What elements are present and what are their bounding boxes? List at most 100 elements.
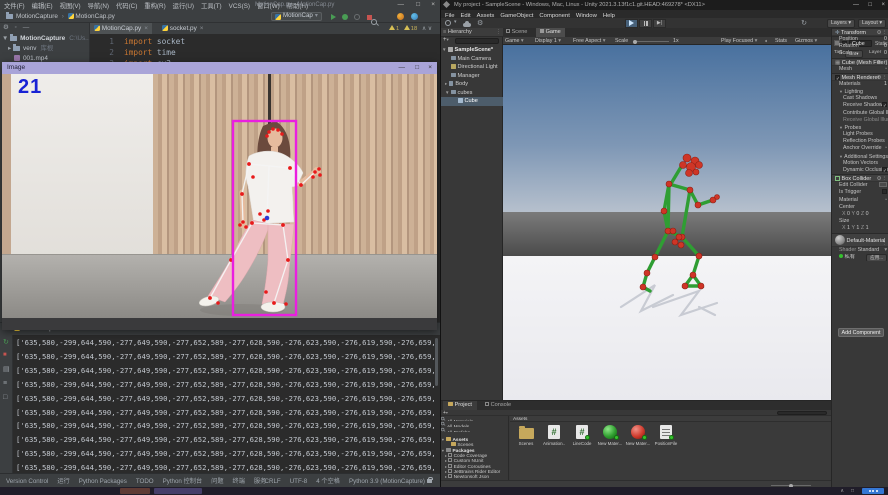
statusbar-encoding[interactable]: UTF-8 xyxy=(290,478,308,486)
edit-collider-row[interactable]: Edit Collider xyxy=(832,182,888,189)
statusbar-problems[interactable]: 问题 xyxy=(211,478,223,486)
probes-foldout[interactable]: ▼ Probes xyxy=(832,124,888,131)
gizmos-dropdown[interactable]: Gizmos ▾ xyxy=(795,38,817,45)
mesh-field-row[interactable]: Mesh◦ xyxy=(832,66,888,73)
asset-material-red[interactable]: New Mater... xyxy=(625,425,651,446)
hierarchy-item-main-camera[interactable]: Main Camera xyxy=(441,55,503,64)
tree-root[interactable]: ▼ MotionCaptureC:\Us.. xyxy=(0,34,89,44)
asset-animation-script[interactable]: #Animation.. xyxy=(541,425,567,446)
project-collapse-icon[interactable]: — xyxy=(23,24,30,31)
menu-code[interactable]: 代码(C) xyxy=(116,3,137,11)
statusbar-version-control[interactable]: Version Control xyxy=(6,478,48,486)
asset-bundle-row[interactable]: 私有应用... xyxy=(832,254,888,261)
reflection-probes-row[interactable]: Reflection Probes xyxy=(832,138,888,145)
console-list-icon[interactable]: ▤ xyxy=(3,366,10,373)
console-output[interactable]: ['635,580,-299,644,590,-277,649,590,-277… xyxy=(16,336,434,473)
run-button[interactable] xyxy=(331,14,336,23)
cast-shadows-row[interactable]: Cast Shadows xyxy=(832,95,888,102)
lighting-foldout[interactable]: ▼ Lighting xyxy=(832,88,888,95)
step-button[interactable]: ▶| xyxy=(653,19,666,28)
aspect-dropdown[interactable]: Free Aspect ▾ xyxy=(573,38,605,45)
collider-material-row[interactable]: Material◦ xyxy=(832,197,888,204)
account-icon[interactable] xyxy=(445,20,451,26)
menu-view[interactable]: 视图(V) xyxy=(60,3,81,11)
asset-material-green[interactable]: New Mater... xyxy=(597,425,623,446)
asset-linecode-script[interactable]: #LineCode xyxy=(569,425,595,446)
transform-component-header[interactable]: ✛ Transform⚙⋮ xyxy=(832,28,888,36)
tab-console[interactable]: Console xyxy=(485,402,511,409)
run-config-widget[interactable]: MotionCap▾ xyxy=(271,12,322,23)
add-component-button[interactable]: Add Component xyxy=(838,328,884,337)
additional-settings-foldout[interactable]: ▼ Additional Settings xyxy=(832,153,888,160)
hierarchy-item-cubes[interactable]: ▼ cubes xyxy=(441,89,503,98)
transform-rotation-row[interactable]: Rotation0 xyxy=(832,43,888,50)
settings-sync-icon[interactable] xyxy=(397,13,404,20)
apply-button[interactable]: 应用... xyxy=(866,254,887,261)
hierarchy-search-input[interactable] xyxy=(455,38,499,44)
layout-dropdown[interactable]: Layout ▾ xyxy=(858,19,886,28)
taskbar-app-thumbnail[interactable] xyxy=(120,488,150,494)
statusbar-interpreter[interactable]: Python 3.9 (MotionCapture) xyxy=(349,478,425,486)
transform-scale-row[interactable]: Scale0 xyxy=(832,50,888,57)
debug-button[interactable] xyxy=(342,14,348,20)
tree-item-venv[interactable]: ▸ venv库根 xyxy=(0,44,89,54)
pycharm-minimize-button[interactable]: — xyxy=(398,2,405,9)
receive-shadows-row[interactable]: Receive Shadows✓ xyxy=(832,102,888,109)
scale-slider[interactable] xyxy=(633,41,669,42)
hierarchy-create-button[interactable]: +▾ xyxy=(443,37,449,45)
asset-positionfile[interactable]: PositionFile xyxy=(653,425,679,446)
image-maximize-button[interactable]: □ xyxy=(415,65,419,72)
material-preview-header[interactable]: Default-Material⋮ xyxy=(832,233,888,247)
asset-zoom-slider[interactable] xyxy=(771,485,811,486)
hierarchy-scene-row[interactable]: ▼ SampleScene* xyxy=(441,46,503,55)
account-chevron-icon[interactable]: ▾ xyxy=(454,20,457,25)
menu-tools[interactable]: 工具(T) xyxy=(201,3,222,11)
meshrenderer-component-header[interactable]: ✓ Mesh Renderer⚙⋮ xyxy=(832,73,888,81)
lock-icon[interactable] xyxy=(427,479,432,483)
size-values-row[interactable]: X 1 Y 1 Z 1 xyxy=(832,225,888,232)
stats-button[interactable]: Stats xyxy=(775,38,787,45)
display-dropdown[interactable]: Display 1 ▾ xyxy=(535,38,561,45)
center-values-row[interactable]: X 0 Y 0 Z 0 xyxy=(832,211,888,218)
tab-socket[interactable]: socket.py× xyxy=(158,23,208,34)
unity-search-icon[interactable] xyxy=(371,19,378,26)
next-error-icon[interactable]: ∨ xyxy=(428,26,432,32)
stop-icon[interactable]: ■ xyxy=(3,352,7,360)
profile-avatar[interactable] xyxy=(411,13,418,20)
menu-refactor[interactable]: 重构(R) xyxy=(144,3,165,11)
tab-scene[interactable]: Scene xyxy=(506,29,527,36)
statusbar-python-console[interactable]: Python 控制台 xyxy=(163,478,203,486)
project-locate-icon[interactable]: ◦ xyxy=(15,24,17,31)
image-close-button[interactable]: × xyxy=(428,65,432,72)
dynamic-occlusion-row[interactable]: Dynamic Occlusion✓ xyxy=(832,167,888,174)
hierarchy-item-cube-selected[interactable]: Cube xyxy=(441,97,503,106)
statusbar-terminal[interactable]: 终端 xyxy=(233,478,245,486)
console-scrollbar[interactable] xyxy=(435,338,438,386)
menu-vcs[interactable]: VCS(S) xyxy=(229,3,250,11)
meshfilter-component-header[interactable]: ▦ Cube (Mesh Filter)⚙⋮ xyxy=(832,58,888,66)
game-view[interactable] xyxy=(503,45,831,400)
menu-run[interactable]: 运行(U) xyxy=(173,3,194,11)
prev-error-icon[interactable]: ∧ xyxy=(422,26,426,32)
taskbar-app-thumbnail[interactable] xyxy=(154,488,202,494)
project-search-input[interactable] xyxy=(777,411,827,415)
layers-dropdown[interactable]: Layers ▾ xyxy=(827,19,855,28)
statusbar-run[interactable]: 运行 xyxy=(57,478,69,486)
breadcrumb-file[interactable]: MotionCap.py xyxy=(75,13,114,20)
tab-motioncap[interactable]: MotionCap.py× xyxy=(90,23,152,34)
ime-icon[interactable] xyxy=(862,488,884,494)
shader-row[interactable]: Shader Standard▾ xyxy=(832,247,888,254)
assets-breadcrumb[interactable]: Assets xyxy=(513,417,527,423)
unity-maximize-button[interactable]: □ xyxy=(868,2,872,8)
image-window-titlebar[interactable]: Image — □ × xyxy=(2,62,437,74)
audio-mute-icon[interactable] xyxy=(765,39,769,43)
unity-close-button[interactable]: × xyxy=(881,2,885,8)
motion-vectors-row[interactable]: Motion Vectors xyxy=(832,160,888,167)
pause-button[interactable] xyxy=(639,19,652,28)
breadcrumb-project[interactable]: MotionCapture xyxy=(16,13,58,20)
unity-minimize-button[interactable]: — xyxy=(853,2,859,8)
inspections-widget[interactable]: 1 18 ∧ ∨ xyxy=(389,25,432,34)
statusbar-todo[interactable]: TODO xyxy=(136,478,154,486)
play-focused-dropdown[interactable]: Play Focused ▾ xyxy=(721,38,757,45)
contribute-gi-row[interactable]: Contribute Global Illum xyxy=(832,110,888,117)
